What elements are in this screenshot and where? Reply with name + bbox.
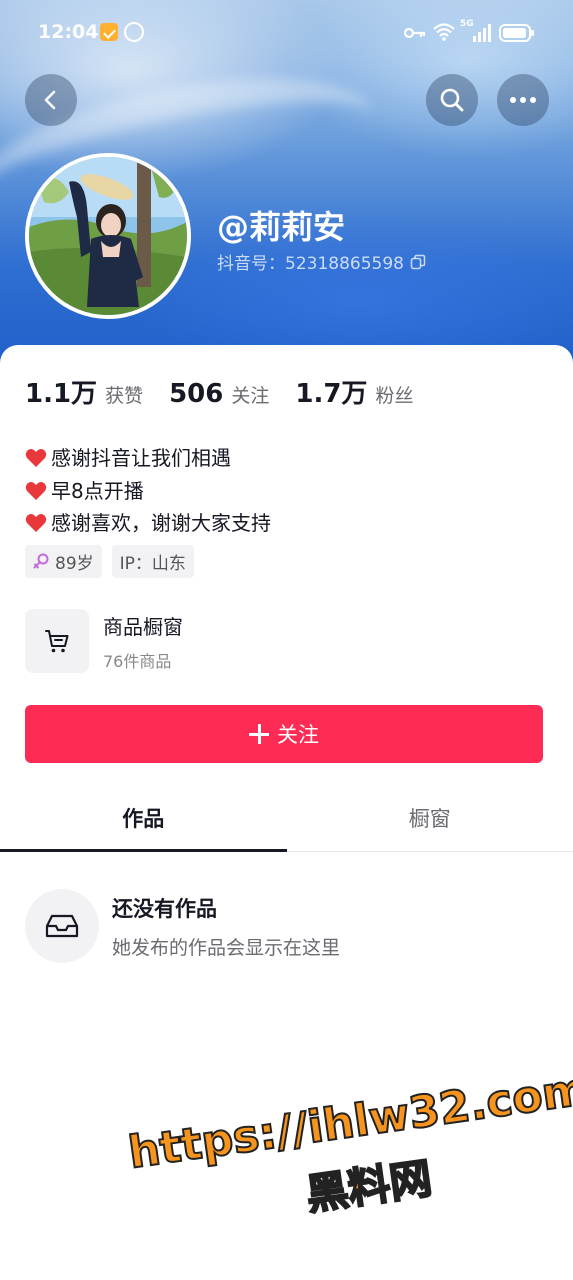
bio-text: 感谢喜欢，谢谢大家支持 [51, 511, 271, 535]
back-button[interactable] [25, 74, 77, 126]
stat-label: 粉丝 [375, 385, 414, 407]
follow-button-label: 关注 [277, 723, 319, 747]
profile-tags: 89岁 IP：山东 [25, 545, 194, 578]
douyin-id-text: 抖音号：52318865598 [217, 254, 404, 274]
empty-state-subtitle: 她发布的作品会显示在这里 [112, 936, 341, 959]
empty-state-title: 还没有作品 [112, 896, 217, 921]
plus-icon [249, 724, 269, 744]
stat-value: 506 [169, 379, 224, 409]
bio-line: 感谢喜欢，谢谢大家支持 [25, 507, 271, 540]
hand-icon [124, 22, 144, 42]
status-time: 12:04 [38, 21, 99, 43]
stat-following[interactable]: 506 关注 [169, 379, 269, 409]
heart-icon [25, 449, 47, 468]
shop-subtitle: 76件商品 [103, 651, 172, 671]
shop-window-entry[interactable]: 商品橱窗 76件商品 [25, 609, 183, 673]
chevron-left-icon [44, 90, 56, 110]
bio-text: 感谢抖音让我们相遇 [51, 446, 231, 470]
stat-followers[interactable]: 1.7万 粉丝 [295, 373, 413, 410]
age-tag: 89岁 [25, 545, 102, 578]
douyin-id[interactable]: 抖音号：52318865598 [217, 249, 426, 274]
empty-state-text: 还没有作品 她发布的作品会显示在这里 [112, 893, 340, 960]
content-tabs: 作品 橱窗 [0, 785, 573, 852]
avatar[interactable] [25, 153, 191, 319]
shop-icon-container [25, 609, 89, 673]
wifi-icon [433, 23, 455, 41]
signal-icon [473, 24, 491, 42]
heart-icon [25, 481, 47, 500]
ip-tag: IP：山东 [111, 545, 194, 578]
bio-text: 早8点开播 [51, 478, 144, 503]
shop-title: 商品橱窗 [103, 614, 183, 639]
stat-label: 获赞 [105, 385, 144, 407]
search-button[interactable] [426, 74, 478, 126]
shop-text: 商品橱窗 76件商品 [103, 611, 183, 672]
ip-text: IP：山东 [119, 554, 186, 574]
username: @莉莉安 [217, 208, 346, 246]
age-text: 89岁 [55, 554, 94, 574]
female-icon [33, 553, 49, 568]
empty-icon-container [25, 889, 99, 963]
shopping-cart-icon [45, 630, 69, 653]
tab-works[interactable]: 作品 [0, 785, 287, 852]
key-icon [404, 27, 426, 39]
stat-likes[interactable]: 1.1万 获赞 [25, 373, 143, 410]
heart-icon [25, 514, 47, 533]
search-icon [440, 88, 464, 112]
copy-icon[interactable] [410, 254, 426, 270]
status-bar: 12:04 5G [0, 0, 573, 66]
avatar-photo [29, 157, 187, 315]
battery-icon [499, 24, 534, 42]
more-button[interactable] [497, 74, 549, 126]
follow-button[interactable]: 关注 [25, 705, 543, 763]
stat-label: 关注 [231, 385, 270, 407]
inbox-tray-icon [45, 914, 79, 938]
bio-line: 感谢抖音让我们相遇 [25, 442, 271, 475]
tab-shop-window[interactable]: 橱窗 [287, 785, 573, 851]
app-notification-icon [100, 23, 118, 41]
more-horizontal-icon [510, 97, 536, 103]
bio: 感谢抖音让我们相遇 早8点开播 感谢喜欢，谢谢大家支持 [25, 442, 271, 540]
empty-state: 还没有作品 她发布的作品会显示在这里 [25, 889, 340, 963]
bio-line: 早8点开播 [25, 475, 271, 508]
stat-value: 1.1万 [25, 379, 98, 409]
profile-stats: 1.1万 获赞 506 关注 1.7万 粉丝 [25, 373, 439, 410]
stat-value: 1.7万 [295, 379, 368, 409]
